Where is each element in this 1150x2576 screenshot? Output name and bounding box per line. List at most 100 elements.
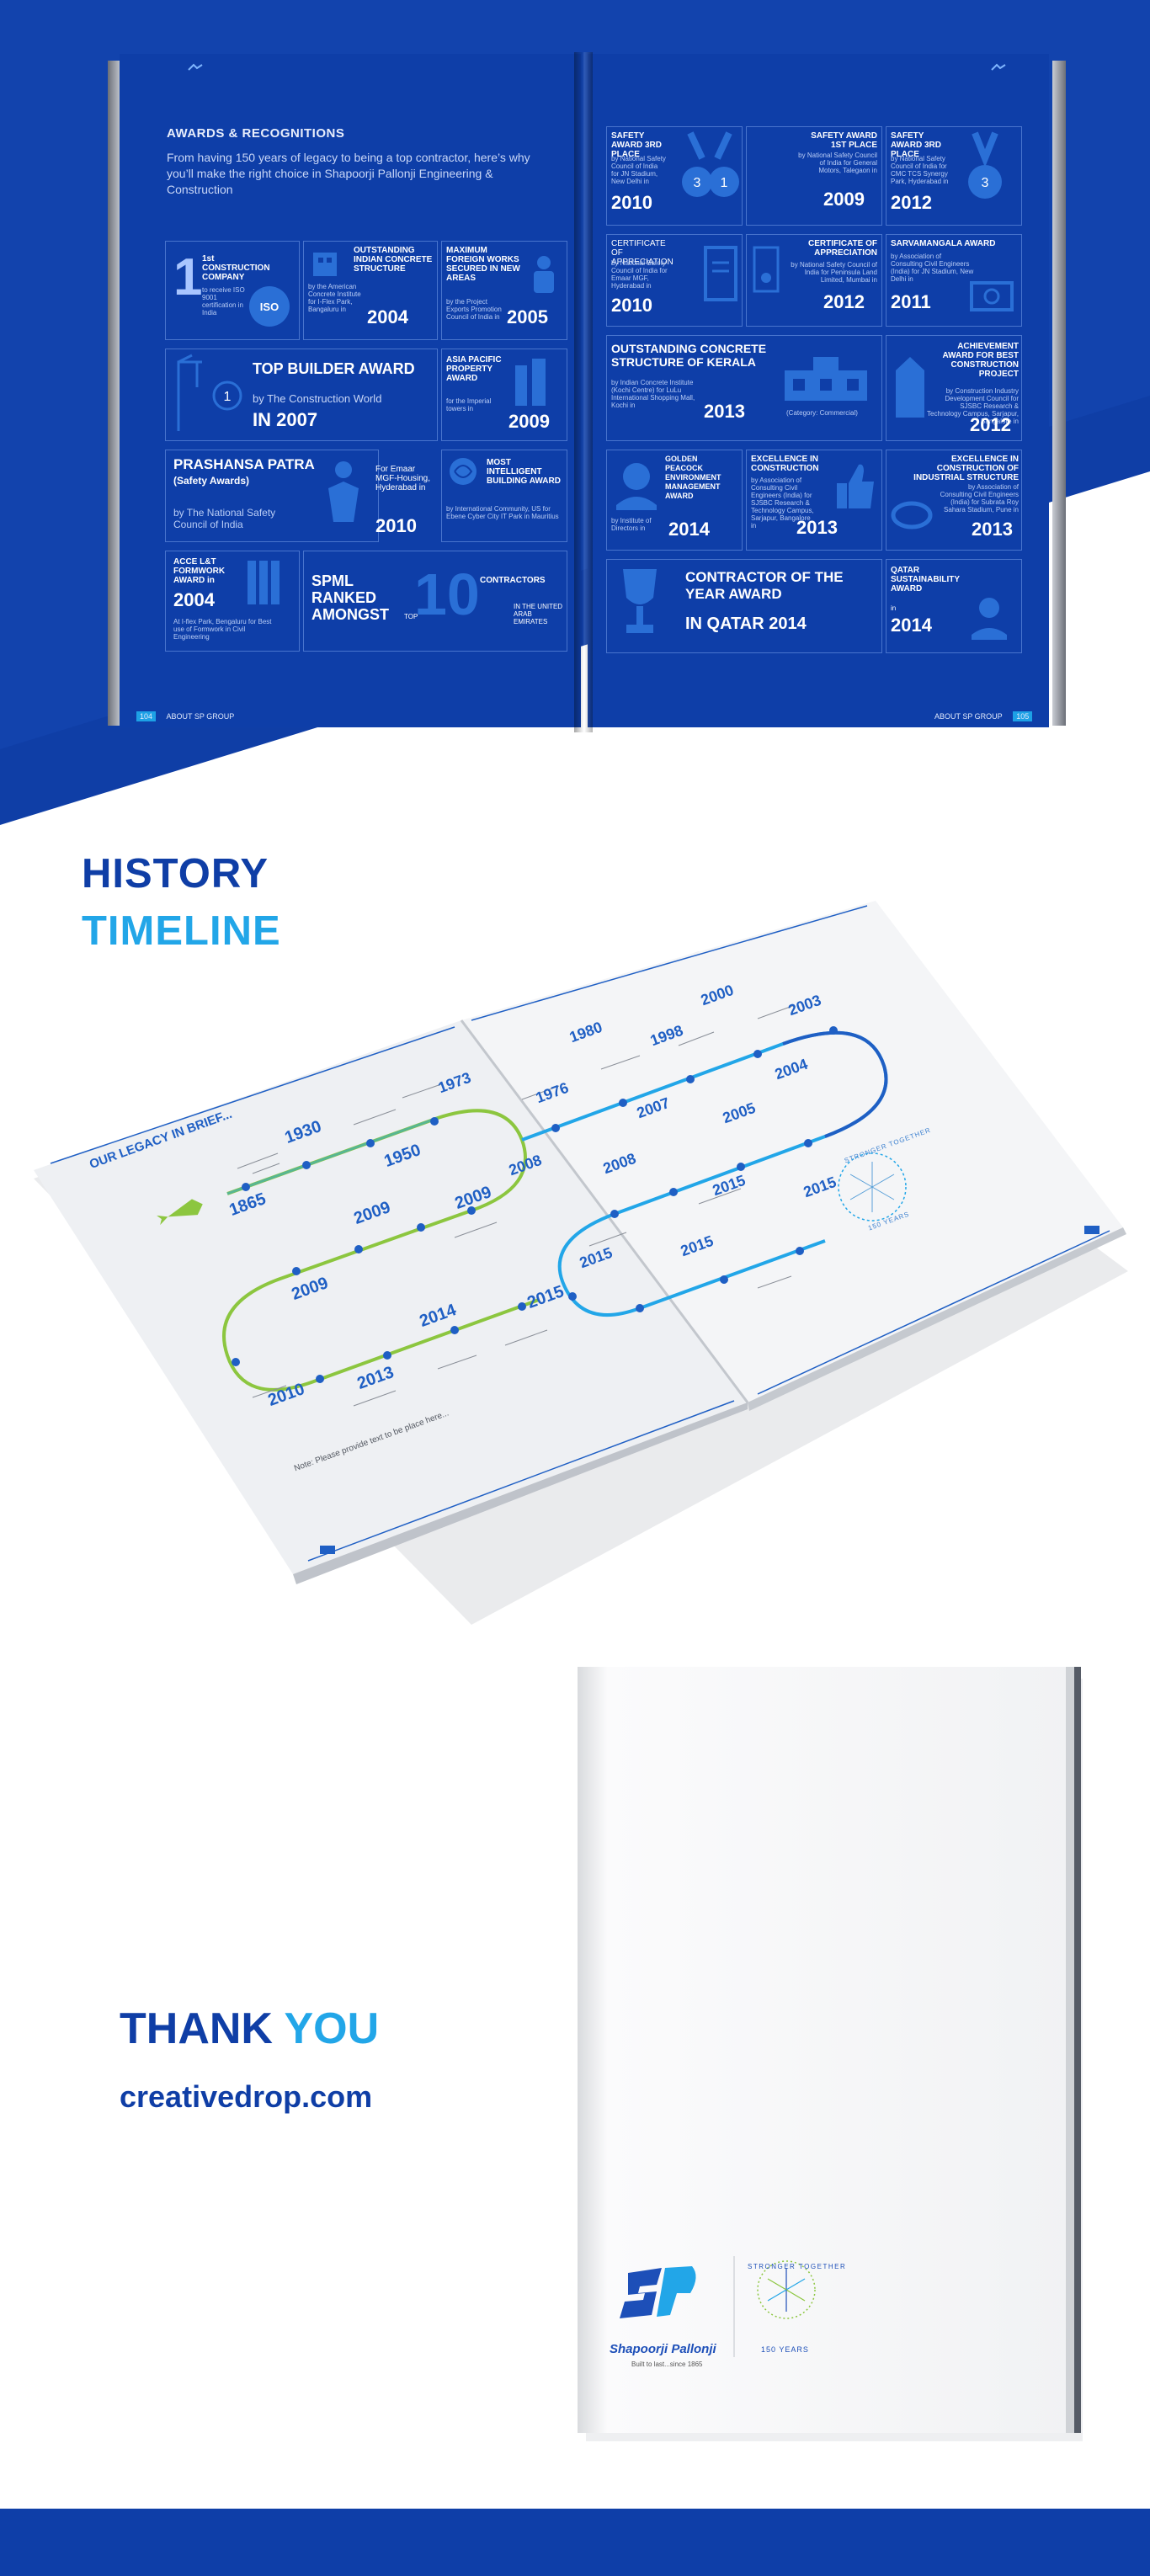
footer-label: ABOUT SP GROUP [934,712,1003,721]
award-desc: by Institute of Directors in [611,517,652,532]
award-desc: by International Community, US for Ebene… [446,505,559,520]
award-title: CERTIFICATE OF APPRECIATION [807,239,877,258]
award-title: CONTRACTOR OF THE YEAR AWARD [685,569,844,602]
stadium-icon [891,498,933,532]
award-year: 2012 [970,414,1011,435]
page-number-left: 104 ABOUT SP GROUP [136,711,235,721]
svg-text:3: 3 [982,176,989,190]
thumbs-up-icon [833,461,877,512]
award-year: 2014 [891,615,932,636]
award-desc: by the Project Exports Promotion Council… [446,298,502,321]
page-number-box: 105 [1013,711,1033,721]
award-title: ACCE L&T FORMWORK AWARD in [173,557,226,585]
award-desc: by Association of Consulting Civil Engin… [940,483,1019,514]
award-title: CONTRACTORS [480,576,546,585]
award-desc: by Indian Concrete Institute (Kochi Cent… [611,379,695,409]
sp-logo-icon [187,61,204,71]
footer-band [0,2509,1150,2576]
medal-icon: 3 [960,131,1010,216]
award-title: MOST INTELLIGENT BUILDING AWARD [487,458,561,486]
timeline-book [34,901,1128,1625]
award-year: 2012 [891,192,932,213]
safety-worker-icon [317,458,370,525]
award-title: For Emaar MGF-Housing, Hyderabad in [375,465,431,492]
award-desc: by The Construction World [253,392,382,405]
certificate-icon [751,244,781,295]
cover-badge-text: STRONGER TOGETHER [748,2263,847,2270]
award-title: SPML RANKED AMONGST [311,572,389,623]
cover-brand: Shapoorji Pallonji [610,2342,716,2356]
awards-intro: From having 150 years of legacy to being… [167,151,530,196]
mall-icon [780,354,872,404]
award-year: 2010 [375,515,417,536]
you-word: YOU [284,2004,380,2053]
award-category: (Category: Commercial) [786,409,858,417]
sustainability-icon [968,593,1010,643]
award-big-10: 10 [414,562,480,627]
thank-word: THANK [120,2004,273,2053]
award-year: 2014 [668,519,710,540]
award-title: SARVAMANGALA AWARD [891,239,996,248]
award-desc: by Association of Consulting Civil Engin… [891,253,974,283]
award-title: GOLDEN PEACOCK ENVIRONMENT MANAGEMENT AW… [665,455,721,500]
award-title: 1st CONSTRUCTION COMPANY [202,254,270,282]
sp-logo-icon [990,61,1007,71]
award-desc: by National Safety Council of India for … [611,259,668,290]
formwork-icon [244,557,290,608]
awards-title: AWARDS & RECOGNITIONS [167,126,345,141]
campus-icon [891,354,929,421]
book-spine [574,52,593,732]
award-year: 2005 [507,306,548,327]
thank-you-heading: THANK YOU [120,2004,379,2054]
award-desc: At I-flex Park, Bengaluru for Best use o… [173,618,272,641]
medal-icon: 31 [679,131,741,216]
award-year: 2013 [972,519,1013,540]
award-desc: by National Safety Council of India for … [611,155,666,185]
award-desc: IN THE UNITED ARAB EMIRATES [514,603,563,625]
award-title: MAXIMUM FOREIGN WORKS SECURED IN NEW ARE… [446,246,520,283]
award-year: IN QATAR 2014 [685,615,807,633]
award-title: EXCELLENCE IN CONSTRUCTION OF INDUSTRIAL… [913,455,1019,482]
award-desc: by National Safety Council of India for … [791,261,877,284]
cover-badge-years: 150 YEARS [761,2345,809,2354]
crane-icon [173,354,207,434]
award-title: ASIA PACIFIC PROPERTY AWARD [446,355,502,383]
towers-icon [510,357,552,407]
svg-text:ISO: ISO [260,301,279,313]
award-title: OUTSTANDING INDIAN CONCRETE STRUCTURE [354,246,433,274]
book-cover [578,1667,1083,2441]
history-title: HISTORY [82,851,269,897]
worker-icon [525,253,562,295]
award-year: 2013 [796,517,838,538]
cover-tagline: Built to last...since 1865 [631,2360,703,2368]
award-desc: by the American Concrete Institute for I… [308,283,361,313]
award-year: 2004 [367,306,408,327]
award-desc: in [891,604,897,612]
award-big-1st: 1 [173,248,203,306]
award-desc: by National Safety Council of India for … [891,155,949,185]
certificate-icon [702,244,739,303]
stadium-icon [968,278,1015,315]
award-year: IN 2007 [253,409,318,430]
award-year: 2004 [173,589,215,610]
award-desc: by National Safety Council of India for … [798,152,877,174]
award-year: 2010 [611,192,652,213]
book-edge-right [1052,61,1066,726]
award-year: 2009 [508,411,550,432]
award-medal-icon: 1 [210,379,244,412]
svg-text:1: 1 [224,390,232,404]
award-desc: for the Imperial towers in [446,397,492,412]
award-year: 2010 [611,295,652,316]
award-year: 2011 [891,291,931,312]
svg-text:1: 1 [721,176,728,190]
iso-badge-icon: ISO [246,283,293,330]
footer-label: ABOUT SP GROUP [166,712,235,721]
award-title: ACHIEVEMENT AWARD FOR BEST CONSTRUCTION … [942,342,1019,379]
award-year: 2009 [823,189,865,210]
website-link[interactable]: creativedrop.com [120,2079,372,2115]
award-year: 2013 [704,401,745,422]
award-title: TOP BUILDER AWARD [253,360,415,377]
award-title: QATAR SUSTAINABILITY AWARD [891,566,960,593]
page-number-right: ABOUT SP GROUP 105 [934,711,1033,721]
trophy-icon [615,564,665,640]
